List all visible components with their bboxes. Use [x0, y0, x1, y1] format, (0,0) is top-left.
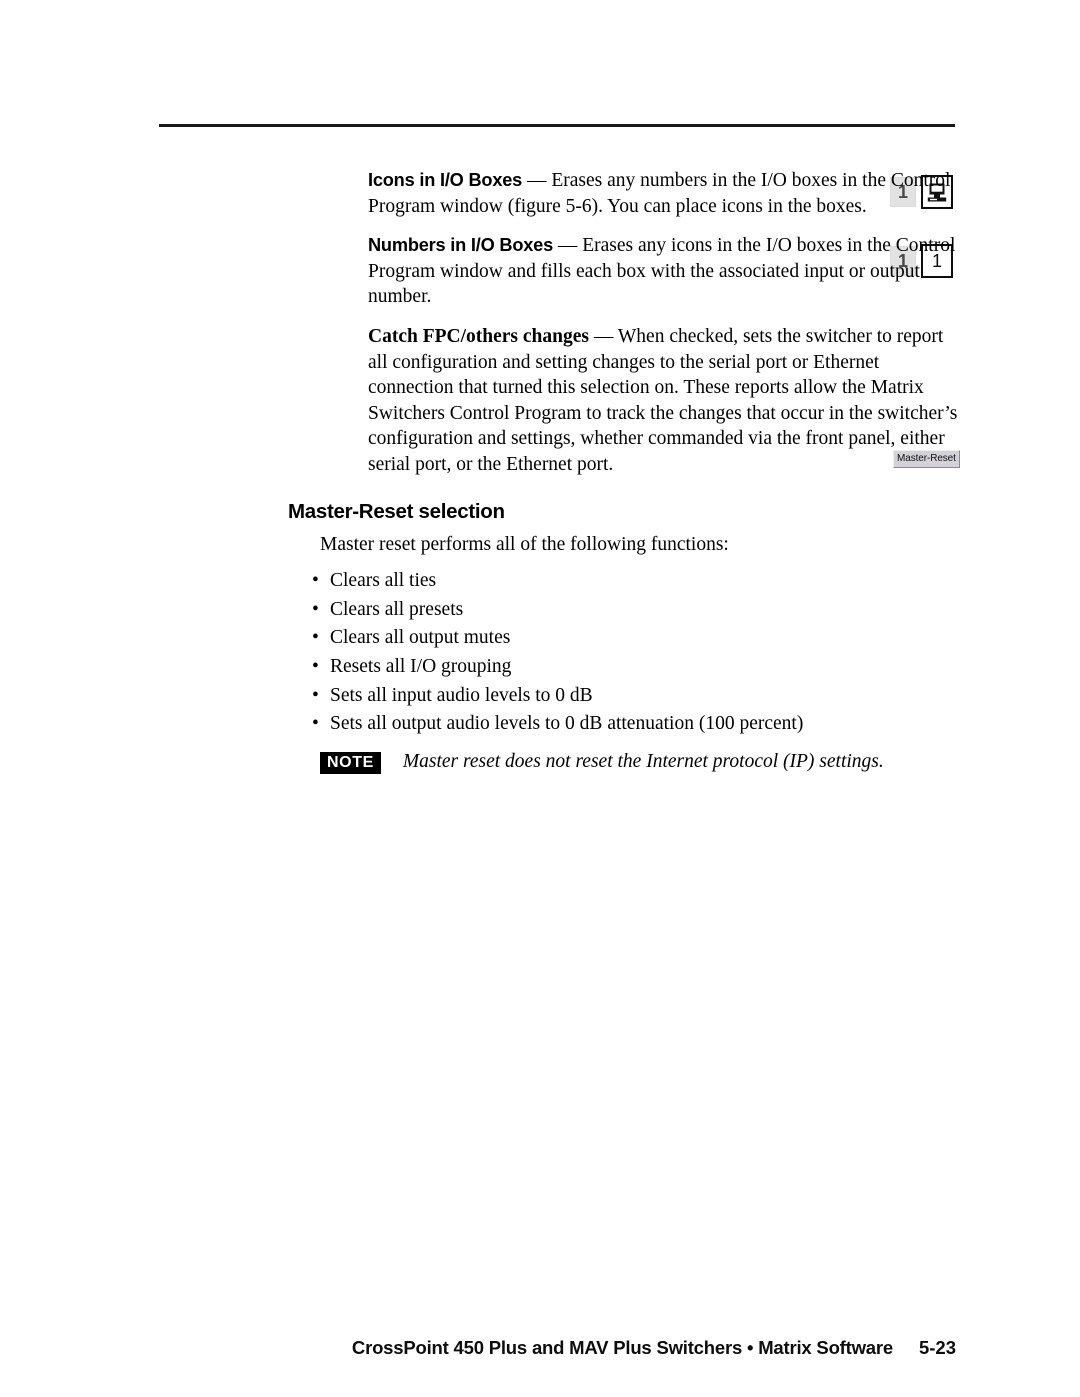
definition-numbers-in-io-boxes: Numbers in I/O Boxes — Erases any icons …: [320, 233, 960, 310]
page-footer: CrossPoint 450 Plus and MAV Plus Switche…: [0, 1337, 1080, 1359]
header-divider-rule: [159, 124, 955, 127]
definition-term: Icons in I/O Boxes: [368, 170, 523, 190]
bullet-icon: •: [312, 655, 319, 677]
section-heading-master-reset: Master-Reset selection: [288, 499, 505, 523]
definition-dash: —: [522, 170, 552, 191]
definition-dash: —: [588, 325, 618, 347]
bullet-icon: •: [312, 570, 319, 592]
list-item-label: Clears all presets: [330, 598, 464, 620]
list-item: • Clears all ties: [312, 567, 960, 596]
definition-body: When checked, sets the switcher to repor…: [368, 325, 958, 475]
list-item: • Clears all output mutes: [312, 624, 960, 653]
note-callout: NOTE Master reset does not reset the Int…: [320, 749, 960, 775]
list-item: • Sets all input audio levels to 0 dB: [312, 682, 960, 711]
document-page: 1 1 1 Master-Reset Icons in I/O Boxes — …: [0, 0, 1080, 1397]
definition-icons-in-io-boxes: Icons in I/O Boxes — Erases any numbers …: [320, 168, 960, 219]
bullet-icon: •: [312, 713, 319, 735]
bullet-icon: •: [312, 627, 319, 649]
list-item: • Resets all I/O grouping: [312, 653, 960, 682]
definition-term: Numbers in I/O Boxes: [368, 235, 553, 256]
list-item-label: Sets all output audio levels to 0 dB att…: [330, 713, 804, 735]
bullet-icon: •: [312, 598, 319, 620]
list-item-label: Clears all output mutes: [330, 627, 511, 649]
section-lead-text: Master reset performs all of the followi…: [320, 533, 729, 555]
footer-title: CrossPoint 450 Plus and MAV Plus Switche…: [351, 1337, 893, 1358]
note-text: Master reset does not reset the Internet…: [402, 750, 884, 772]
list-item-label: Sets all input audio levels to 0 dB: [330, 684, 593, 706]
definition-catch-fpc-others-changes: Catch FPC/others changes — When checked,…: [320, 324, 960, 478]
bullet-icon: •: [312, 684, 319, 706]
note-badge: NOTE: [320, 751, 381, 774]
list-item-label: Clears all ties: [330, 570, 437, 592]
master-reset-functions-list: • Clears all ties • Clears all presets •…: [312, 567, 960, 739]
definition-dash: —: [553, 235, 583, 257]
list-item-label: Resets all I/O grouping: [330, 655, 512, 677]
list-item: • Clears all presets: [312, 596, 960, 625]
definition-term: Catch FPC/others changes: [368, 325, 589, 347]
main-content: Icons in I/O Boxes — Erases any numbers …: [288, 168, 960, 775]
footer-page-number: 5-23: [918, 1337, 956, 1358]
list-item: • Sets all output audio levels to 0 dB a…: [312, 710, 960, 739]
